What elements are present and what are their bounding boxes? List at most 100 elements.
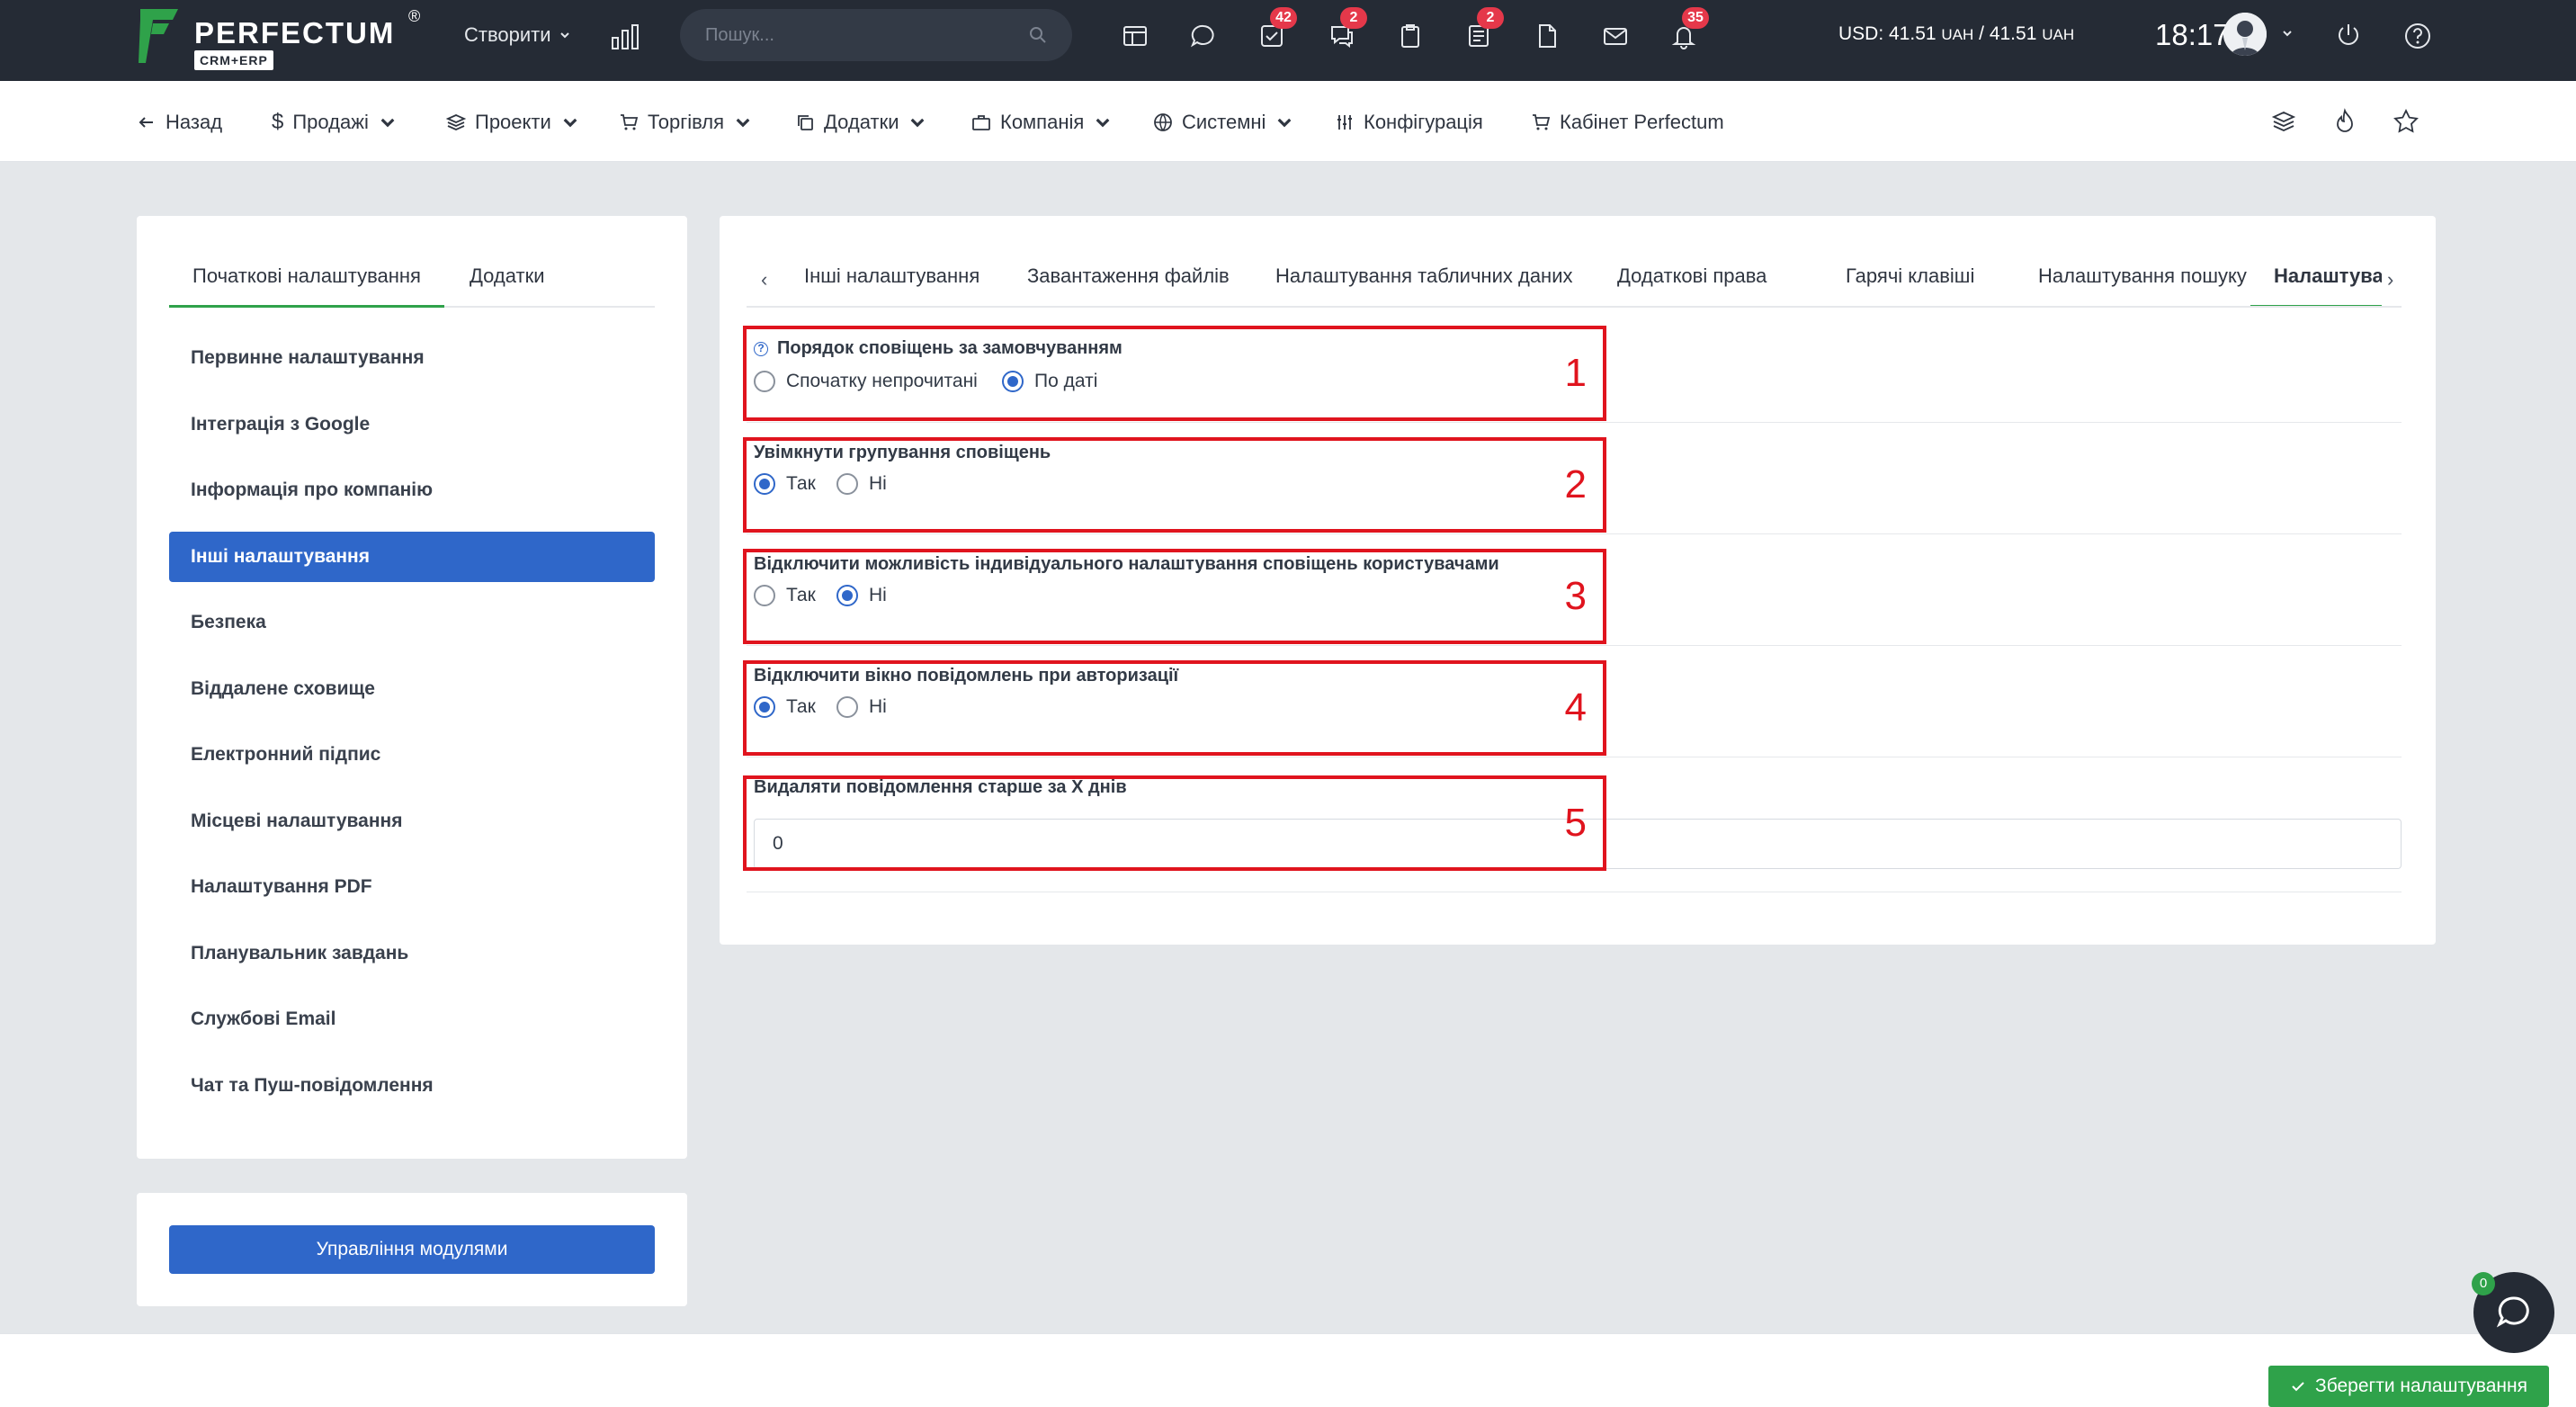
bar-chart-icon[interactable] bbox=[610, 22, 640, 52]
registered-mark: ® bbox=[408, 7, 421, 25]
sidebar-item-remote-storage[interactable]: Віддалене сховище bbox=[169, 664, 655, 714]
nav-sales[interactable]: $ Продажі bbox=[272, 110, 398, 135]
search-box[interactable] bbox=[680, 9, 1072, 61]
globe-icon bbox=[1154, 113, 1172, 131]
main-navigation: Назад $ Продажі Проекти Торгівля Додатки… bbox=[0, 81, 2576, 162]
chevron-right-icon[interactable]: › bbox=[2384, 268, 2398, 291]
notes-badge: 2 bbox=[1477, 7, 1504, 29]
sidebar-tabs: Початкові налаштування Додатки bbox=[169, 264, 655, 308]
tasks-button[interactable]: 42 bbox=[1252, 7, 1297, 56]
tab-table-data[interactable]: Налаштування табличних даних bbox=[1275, 252, 1573, 306]
user-avatar-icon bbox=[2223, 13, 2267, 56]
discussion-button[interactable]: 2 bbox=[1322, 7, 1367, 56]
sidebar-item-google-integration[interactable]: Інтеграція з Google bbox=[169, 399, 655, 450]
document-icon bbox=[1539, 24, 1556, 48]
clipboard-icon bbox=[1401, 24, 1419, 48]
power-icon[interactable] bbox=[2335, 22, 2362, 49]
document-button[interactable] bbox=[1527, 16, 1567, 56]
chevron-down-icon bbox=[380, 118, 395, 128]
annotation-number: 3 bbox=[1564, 574, 1587, 618]
annotation-number: 1 bbox=[1564, 351, 1587, 395]
annotation-box: 5 bbox=[743, 775, 1606, 871]
chevron-left-icon[interactable]: ‹ bbox=[761, 268, 767, 291]
settings-sidebar: Початкові налаштування Додатки Первинне … bbox=[137, 216, 687, 1159]
top-bar: PERFECTUM ® CRM+ERP Створити 42 2 2 bbox=[0, 0, 2576, 81]
chevron-down-icon bbox=[1278, 118, 1292, 128]
nav-config[interactable]: Конфігурація bbox=[1335, 110, 1483, 135]
sidebar-item-task-scheduler[interactable]: Планувальник завдань bbox=[169, 928, 655, 979]
mail-button[interactable] bbox=[1596, 16, 1635, 56]
tab-other-settings[interactable]: Інші налаштування bbox=[804, 252, 979, 306]
layers-icon[interactable] bbox=[2270, 108, 2297, 135]
nav-system[interactable]: Системні bbox=[1153, 110, 1294, 135]
sidebar-item-other-settings[interactable]: Інші налаштування bbox=[169, 532, 655, 582]
tab-search-settings[interactable]: Налаштування пошуку bbox=[2038, 252, 2247, 306]
chat-button[interactable] bbox=[1184, 16, 1223, 56]
currency-unit: UAH bbox=[2042, 26, 2075, 43]
tab-initial-settings[interactable]: Початкові налаштування bbox=[169, 264, 444, 308]
sidebar-item-pdf[interactable]: Налаштування PDF bbox=[169, 862, 655, 912]
manage-modules-button[interactable]: Управління модулями bbox=[169, 1225, 655, 1274]
notes-button[interactable]: 2 bbox=[1459, 7, 1504, 56]
chevron-down-icon bbox=[563, 118, 577, 128]
layers-icon bbox=[446, 114, 466, 130]
notifications-badge: 35 bbox=[1682, 7, 1709, 29]
help-icon[interactable] bbox=[2403, 22, 2432, 50]
star-icon[interactable] bbox=[2393, 108, 2419, 135]
dashboard-button[interactable] bbox=[1115, 16, 1155, 56]
chat-icon bbox=[1190, 24, 1214, 48]
currency-prefix: USD: 41.51 bbox=[1838, 23, 1936, 44]
nav-projects-label: Проекти bbox=[475, 111, 551, 133]
notifications-button[interactable]: 35 bbox=[1664, 7, 1709, 56]
logo[interactable]: PERFECTUM ® CRM+ERP bbox=[137, 7, 434, 70]
nav-cabinet[interactable]: Кабінет Perfectum bbox=[1531, 110, 1724, 135]
annotation-box: 2 bbox=[743, 437, 1606, 533]
sidebar-item-locale[interactable]: Місцеві налаштування bbox=[169, 796, 655, 847]
annotation-number: 2 bbox=[1564, 462, 1587, 506]
nav-company[interactable]: Компанія bbox=[971, 110, 1113, 135]
search-icon[interactable] bbox=[1029, 26, 1047, 44]
avatar[interactable] bbox=[2223, 13, 2267, 56]
clock: 18:17 bbox=[2155, 18, 2230, 51]
nav-projects[interactable]: Проекти bbox=[446, 110, 580, 135]
chevron-down-icon[interactable] bbox=[2281, 27, 2294, 40]
annotation-number: 5 bbox=[1564, 801, 1587, 845]
sidebar-item-initial-setup[interactable]: Первинне налаштування bbox=[169, 333, 655, 383]
chat-icon bbox=[2496, 1296, 2529, 1328]
nav-trade[interactable]: Торгівля bbox=[619, 110, 753, 135]
tab-extra-permissions[interactable]: Додаткові права bbox=[1617, 252, 1767, 306]
fire-icon[interactable] bbox=[2331, 108, 2358, 135]
sidebar-item-e-signature[interactable]: Електронний підпис bbox=[169, 730, 655, 780]
nav-sales-label: Продажі bbox=[292, 111, 369, 133]
save-settings-button[interactable]: Зберегти налаштування bbox=[2268, 1366, 2549, 1407]
sidebar-item-company-info[interactable]: Інформація про компанію bbox=[169, 465, 655, 515]
save-settings-label: Зберегти налаштування bbox=[2315, 1376, 2527, 1396]
annotation-box: 1 bbox=[743, 326, 1606, 421]
create-label: Створити bbox=[464, 23, 551, 46]
sidebar-item-service-email[interactable]: Службові Email bbox=[169, 994, 655, 1044]
settings-tabs: ‹ Інші налаштування Завантаження файлів … bbox=[747, 252, 2402, 308]
create-dropdown[interactable]: Створити bbox=[464, 22, 571, 49]
tab-addons[interactable]: Додатки bbox=[470, 264, 544, 308]
nav-back-label: Назад bbox=[165, 111, 223, 133]
sidebar-item-security[interactable]: Безпека bbox=[169, 597, 655, 648]
nav-addons[interactable]: Додатки bbox=[795, 110, 927, 135]
annotation-box: 4 bbox=[743, 660, 1606, 756]
nav-addons-label: Додатки bbox=[824, 111, 899, 133]
search-input[interactable] bbox=[705, 24, 1029, 46]
nav-system-label: Системні bbox=[1182, 111, 1266, 133]
tab-file-uploads[interactable]: Завантаження файлів bbox=[1027, 252, 1230, 306]
tab-hotkeys[interactable]: Гарячі клавіші bbox=[1846, 252, 1974, 306]
sidebar-item-chat-push[interactable]: Чат та Пуш-повідомлення bbox=[169, 1061, 655, 1111]
brand-name: PERFECTUM bbox=[194, 16, 396, 49]
nav-back[interactable]: Назад bbox=[137, 110, 222, 135]
tab-notification-settings[interactable]: Налаштування bbox=[2250, 252, 2382, 306]
settings-content: ‹ Інші налаштування Завантаження файлів … bbox=[720, 216, 2436, 945]
clipboard-button[interactable] bbox=[1391, 16, 1430, 56]
chevron-down-icon bbox=[559, 32, 569, 39]
annotation-number: 4 bbox=[1564, 686, 1587, 730]
annotation-box: 3 bbox=[743, 549, 1606, 644]
check-icon bbox=[2292, 1382, 2304, 1392]
mail-icon bbox=[1604, 28, 1627, 45]
chat-count-badge: 0 bbox=[2472, 1272, 2495, 1295]
